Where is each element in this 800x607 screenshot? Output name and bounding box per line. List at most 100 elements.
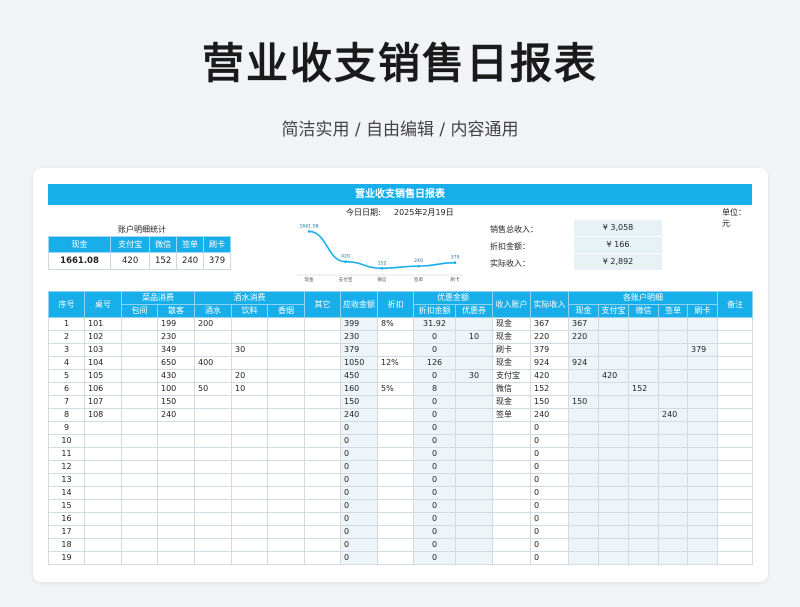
table-cell[interactable] bbox=[377, 460, 414, 474]
table-cell[interactable]: 0 bbox=[340, 421, 378, 435]
table-cell[interactable] bbox=[598, 421, 629, 435]
table-cell[interactable] bbox=[84, 512, 122, 526]
table-cell[interactable] bbox=[628, 317, 659, 331]
table-cell[interactable] bbox=[121, 408, 158, 422]
table-cell[interactable] bbox=[377, 473, 414, 487]
table-cell[interactable] bbox=[231, 434, 268, 448]
table-cell[interactable] bbox=[686, 395, 719, 409]
table-cell[interactable] bbox=[304, 330, 341, 344]
table-cell[interactable] bbox=[717, 343, 754, 357]
table-cell[interactable]: 240 bbox=[157, 408, 195, 422]
table-cell[interactable]: 31.92 bbox=[413, 317, 456, 331]
table-cell[interactable] bbox=[717, 447, 754, 461]
table-cell[interactable] bbox=[194, 499, 232, 513]
table-cell[interactable] bbox=[121, 499, 158, 513]
table-cell[interactable] bbox=[455, 538, 493, 552]
table-cell[interactable] bbox=[598, 343, 629, 357]
account-value-cash[interactable]: 1661.08 bbox=[47, 252, 112, 270]
table-cell[interactable]: 8 bbox=[48, 408, 85, 422]
table-cell[interactable] bbox=[304, 551, 341, 565]
table-cell[interactable]: 0 bbox=[530, 434, 569, 448]
actual-income-value[interactable]: ¥ 2,892 bbox=[574, 254, 662, 270]
table-cell[interactable] bbox=[267, 421, 305, 435]
table-cell[interactable]: 5% bbox=[377, 382, 414, 396]
table-cell[interactable] bbox=[658, 356, 688, 370]
table-cell[interactable] bbox=[492, 525, 531, 539]
table-cell[interactable] bbox=[121, 551, 158, 565]
table-cell[interactable] bbox=[157, 551, 195, 565]
table-cell[interactable] bbox=[267, 395, 305, 409]
table-cell[interactable]: 126 bbox=[413, 356, 456, 370]
table-cell[interactable]: 102 bbox=[84, 330, 122, 344]
table-cell[interactable] bbox=[628, 330, 659, 344]
table-cell[interactable] bbox=[686, 499, 719, 513]
table-cell[interactable]: 106 bbox=[84, 382, 122, 396]
table-cell[interactable]: 152 bbox=[628, 382, 659, 396]
table-cell[interactable]: 379 bbox=[340, 343, 378, 357]
table-cell[interactable] bbox=[84, 486, 122, 500]
table-cell[interactable]: 0 bbox=[413, 499, 456, 513]
table-cell[interactable] bbox=[455, 434, 493, 448]
table-cell[interactable] bbox=[568, 369, 599, 383]
table-cell[interactable] bbox=[455, 421, 493, 435]
table-cell[interactable]: 0 bbox=[530, 421, 569, 435]
table-cell[interactable] bbox=[717, 408, 754, 422]
table-cell[interactable]: 100 bbox=[157, 382, 195, 396]
account-line-chart[interactable]: 1661.08 现金 420 支付宝 152 微信 240 签单 379 刷卡 bbox=[285, 218, 463, 282]
table-cell[interactable] bbox=[598, 473, 629, 487]
table-cell[interactable] bbox=[658, 460, 688, 474]
table-cell[interactable] bbox=[267, 330, 305, 344]
table-cell[interactable] bbox=[568, 460, 599, 474]
table-cell[interactable]: 15 bbox=[48, 499, 85, 513]
table-cell[interactable] bbox=[658, 382, 688, 396]
table-cell[interactable] bbox=[231, 330, 268, 344]
table-cell[interactable] bbox=[84, 473, 122, 487]
table-cell[interactable] bbox=[157, 486, 195, 500]
table-cell[interactable] bbox=[492, 447, 531, 461]
table-cell[interactable] bbox=[628, 395, 659, 409]
table-cell[interactable]: 0 bbox=[413, 395, 456, 409]
table-cell[interactable]: 0 bbox=[413, 525, 456, 539]
table-cell[interactable] bbox=[686, 330, 719, 344]
table-cell[interactable] bbox=[658, 499, 688, 513]
table-cell[interactable] bbox=[686, 369, 719, 383]
table-cell[interactable] bbox=[121, 460, 158, 474]
table-cell[interactable] bbox=[267, 434, 305, 448]
table-cell[interactable]: 399 bbox=[340, 317, 378, 331]
table-cell[interactable]: 微信 bbox=[492, 382, 531, 396]
table-cell[interactable]: 0 bbox=[413, 473, 456, 487]
table-cell[interactable]: 400 bbox=[194, 356, 232, 370]
table-cell[interactable] bbox=[628, 512, 659, 526]
table-cell[interactable] bbox=[194, 434, 232, 448]
table-cell[interactable]: 签单 bbox=[492, 408, 531, 422]
table-cell[interactable] bbox=[568, 408, 599, 422]
table-cell[interactable]: 0 bbox=[340, 447, 378, 461]
table-cell[interactable] bbox=[598, 460, 629, 474]
table-cell[interactable] bbox=[231, 317, 268, 331]
table-cell[interactable] bbox=[84, 460, 122, 474]
table-cell[interactable] bbox=[717, 356, 754, 370]
table-cell[interactable]: 50 bbox=[194, 382, 232, 396]
table-cell[interactable] bbox=[231, 473, 268, 487]
table-cell[interactable] bbox=[267, 538, 305, 552]
table-cell[interactable] bbox=[658, 551, 688, 565]
table-cell[interactable] bbox=[84, 499, 122, 513]
table-cell[interactable] bbox=[194, 421, 232, 435]
table-cell[interactable] bbox=[84, 421, 122, 435]
table-cell[interactable] bbox=[121, 395, 158, 409]
table-cell[interactable] bbox=[628, 486, 659, 500]
table-cell[interactable] bbox=[568, 382, 599, 396]
table-cell[interactable] bbox=[598, 525, 629, 539]
table-cell[interactable] bbox=[686, 356, 719, 370]
table-cell[interactable]: 0 bbox=[530, 538, 569, 552]
table-cell[interactable] bbox=[492, 538, 531, 552]
table-cell[interactable] bbox=[304, 486, 341, 500]
table-cell[interactable] bbox=[686, 421, 719, 435]
table-cell[interactable]: 0 bbox=[413, 551, 456, 565]
table-cell[interactable] bbox=[194, 512, 232, 526]
table-cell[interactable]: 0 bbox=[530, 460, 569, 474]
table-cell[interactable]: 0 bbox=[340, 434, 378, 448]
table-cell[interactable] bbox=[492, 551, 531, 565]
table-cell[interactable] bbox=[231, 499, 268, 513]
table-cell[interactable]: 0 bbox=[340, 538, 378, 552]
